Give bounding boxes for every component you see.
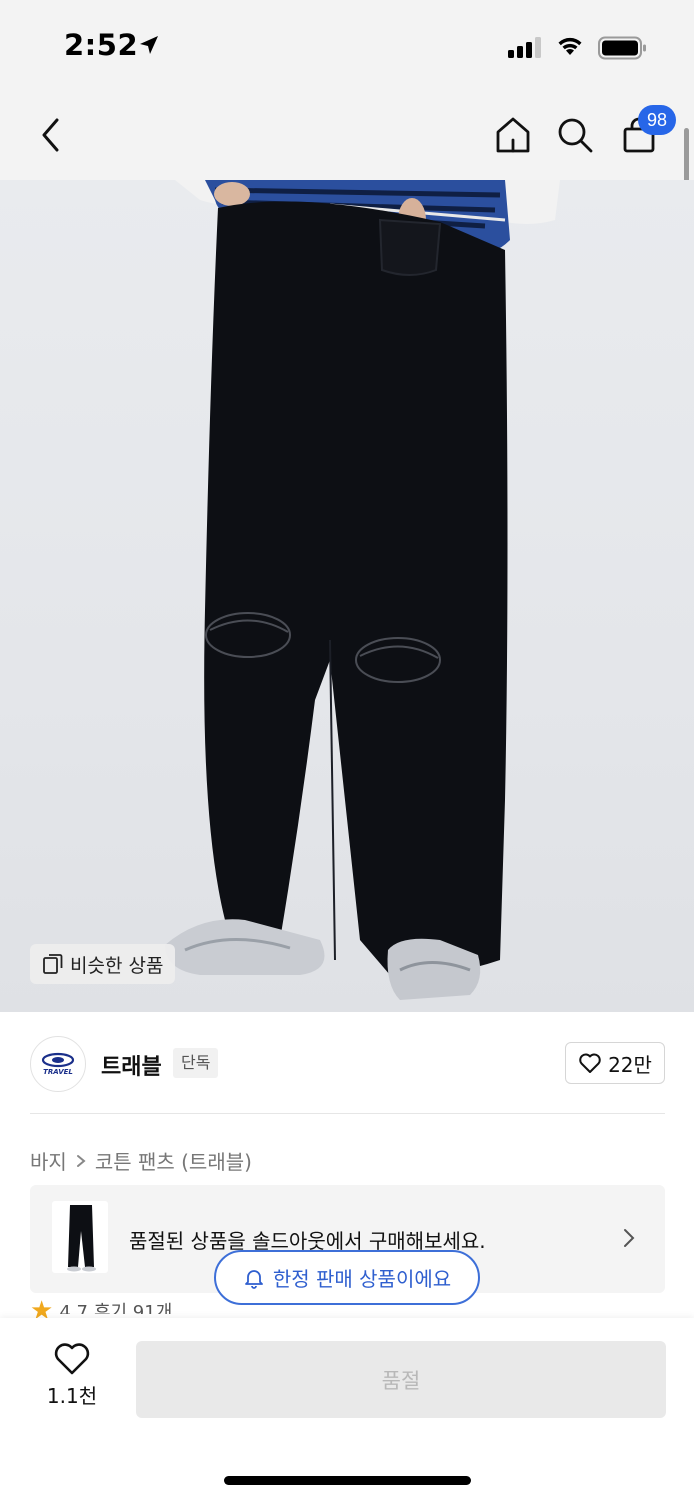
chevron-right-icon (624, 1229, 635, 1247)
similar-products-button[interactable]: 비슷한 상품 (30, 944, 176, 984)
heart-icon (54, 1343, 90, 1375)
rating-row[interactable]: ★ 4.7 후기 91개 (30, 1300, 172, 1320)
breadcrumb: 바지 코튼 팬츠 (트래블) (30, 1146, 252, 1175)
similar-products-label: 비슷한 상품 (70, 954, 164, 977)
location-arrow-icon (138, 34, 160, 60)
status-time: 2:52 (64, 28, 139, 62)
soldout-buy-button[interactable]: 품절 (136, 1341, 666, 1418)
cart-count-badge: 98 (638, 105, 676, 135)
rating-score: 4.7 (59, 1302, 88, 1314)
heart-icon (579, 1053, 601, 1073)
home-icon (496, 117, 530, 153)
breadcrumb-product[interactable]: 코튼 팬츠 (트래블) (95, 1146, 252, 1175)
battery-icon (598, 36, 648, 64)
exclusive-tag: 단독 (173, 1048, 219, 1078)
chevron-right-icon (76, 1154, 86, 1167)
wifi-icon (555, 33, 585, 61)
back-button[interactable] (26, 110, 76, 160)
status-bar: 2:52 (0, 0, 694, 90)
product-photo-illustration (165, 180, 560, 1000)
wishlist-button[interactable]: 1.1천 (36, 1342, 108, 1414)
soldout-product-thumbnail (52, 1201, 108, 1273)
bell-icon (244, 1269, 263, 1289)
brand-like-count: 22만 (608, 1052, 652, 1077)
brand-like-button[interactable]: 22만 (565, 1042, 665, 1084)
brand-logo-text: TRAVEL (43, 1068, 73, 1076)
search-button[interactable] (550, 110, 600, 160)
cellular-signal-icon (508, 36, 541, 58)
star-icon: ★ (30, 1300, 54, 1320)
navigation-bar (0, 90, 694, 180)
review-count: 후기 91개 (93, 1302, 173, 1314)
divider (30, 1113, 665, 1114)
home-button[interactable] (488, 110, 538, 160)
limited-sale-pill: 한정 판매 상품이에요 (214, 1250, 480, 1305)
breadcrumb-category[interactable]: 바지 (30, 1146, 67, 1175)
search-icon (558, 118, 593, 153)
brand-name[interactable]: 트래블 (101, 1049, 162, 1081)
product-image[interactable] (0, 180, 694, 1012)
wishlist-count: 1.1천 (46, 1384, 98, 1408)
brand-logo-mark-icon (41, 1052, 75, 1068)
brand-logo[interactable]: TRAVEL (30, 1036, 86, 1092)
copy-icon (43, 954, 63, 974)
home-indicator[interactable] (224, 1476, 471, 1485)
limited-sale-label: 한정 판매 상품이에요 (272, 1267, 452, 1291)
chevron-left-icon (42, 118, 59, 152)
